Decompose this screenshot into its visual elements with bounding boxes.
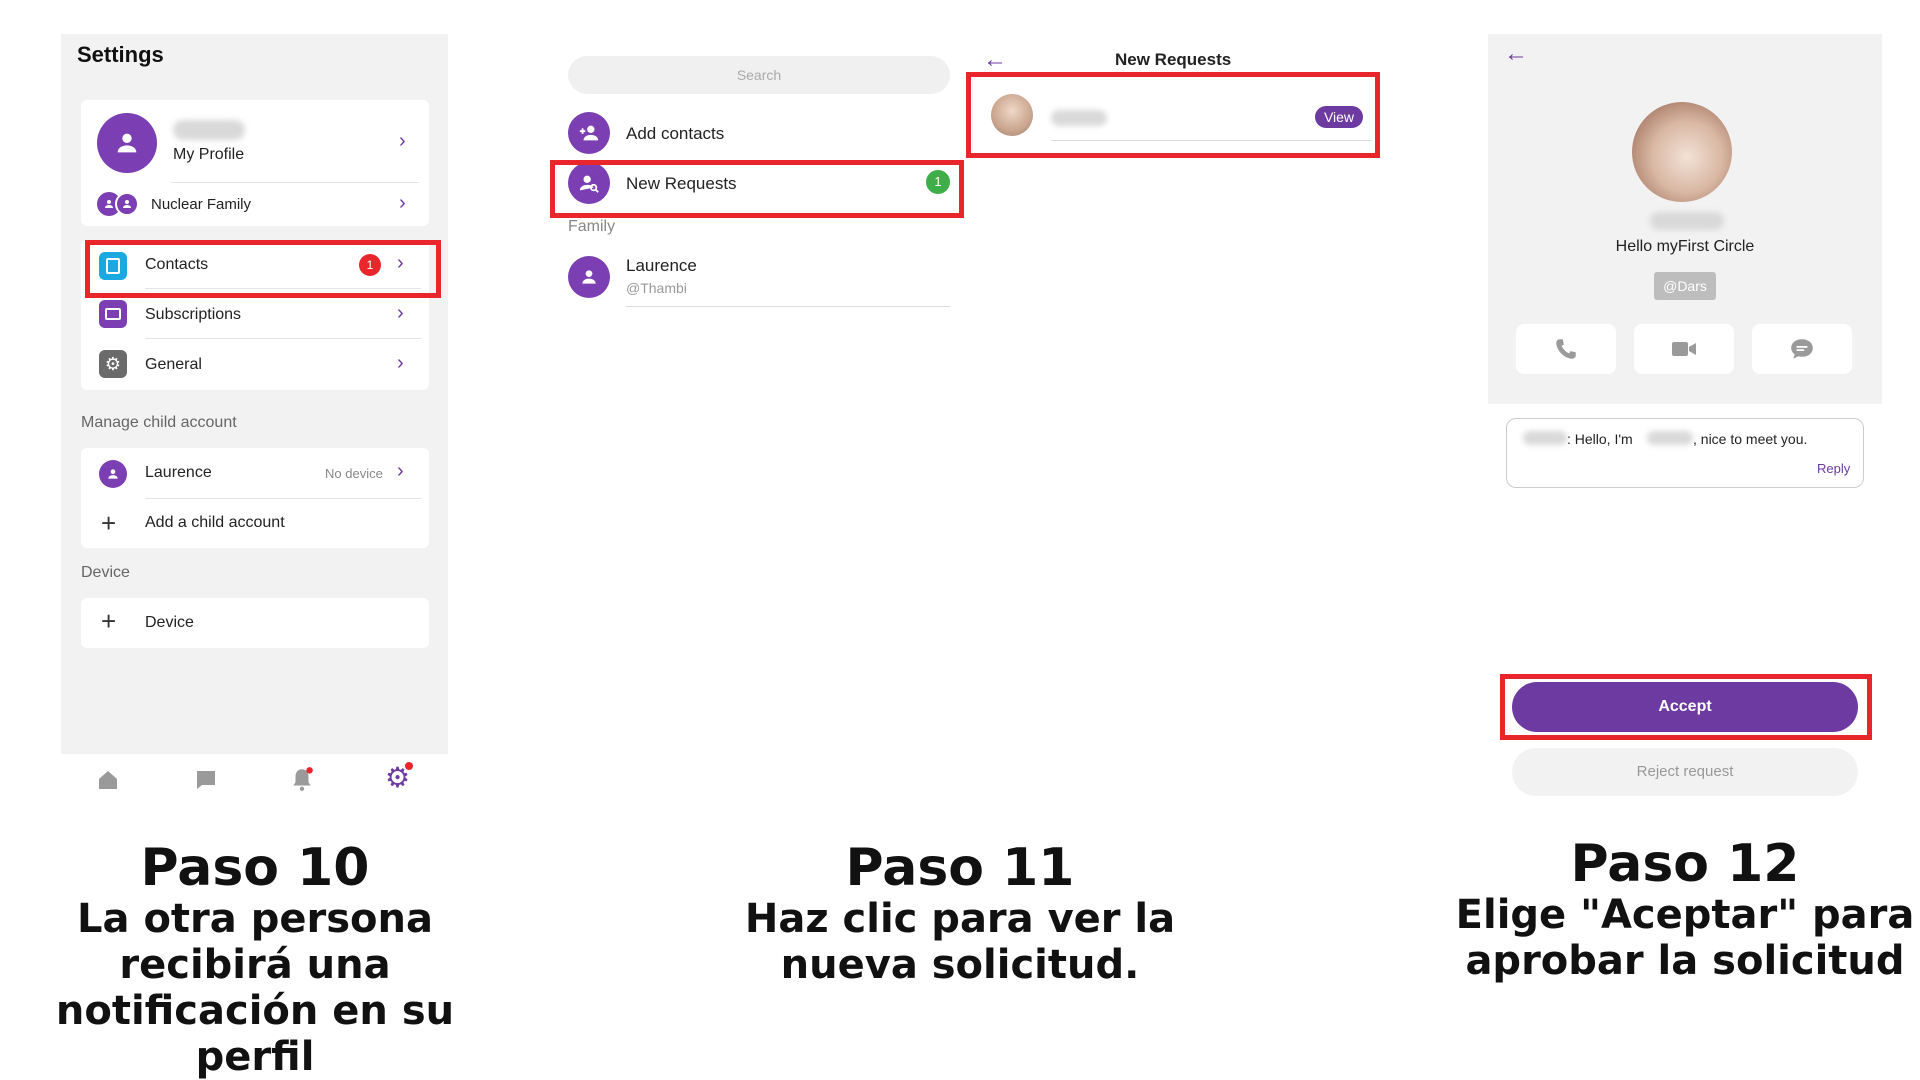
family-chevron-icon[interactable]: › bbox=[399, 192, 406, 215]
family-avatars-icon bbox=[97, 192, 141, 216]
back-arrow-icon[interactable]: ← bbox=[1504, 40, 1528, 68]
caption-step-10-line: notificación en su bbox=[55, 988, 455, 1034]
message-text-end: , nice to meet you. bbox=[1693, 431, 1808, 447]
contact-handle: @Thambi bbox=[626, 280, 687, 296]
message-box: : Hello, I'm , nice to meet you. Reply bbox=[1506, 418, 1864, 488]
subscriptions-icon bbox=[99, 300, 127, 328]
child-name: Laurence bbox=[145, 464, 212, 481]
sender-name-redacted bbox=[1523, 431, 1567, 445]
child-avatar bbox=[99, 460, 127, 488]
gear-icon: ⚙ bbox=[99, 350, 127, 378]
profile-avatar[interactable] bbox=[97, 113, 157, 173]
menu-item-general[interactable]: ⚙ General › bbox=[81, 340, 429, 388]
add-contact-icon bbox=[568, 112, 610, 154]
caption-step-12-number: Paso 12 bbox=[1570, 834, 1800, 894]
highlight-contacts bbox=[85, 240, 441, 298]
chat-bubble-icon bbox=[1791, 339, 1813, 359]
child-chevron-icon: › bbox=[397, 460, 404, 482]
divider bbox=[171, 182, 419, 183]
manage-child-header: Manage child account bbox=[81, 414, 237, 431]
caption-step-10: Paso 10 La otra persona recibirá una not… bbox=[40, 840, 470, 1080]
general-chevron-icon: › bbox=[397, 352, 404, 374]
reply-link[interactable]: Reply bbox=[1817, 461, 1850, 476]
caption-step-10-line: recibirá una bbox=[119, 942, 391, 988]
nuclear-family-label[interactable]: Nuclear Family bbox=[151, 196, 251, 213]
child-row[interactable]: Laurence No device › bbox=[81, 448, 429, 498]
add-contacts-label: Add contacts bbox=[626, 124, 725, 143]
bell-icon[interactable] bbox=[289, 766, 315, 792]
caption-step-12: Paso 12 Elige "Aceptar" para aprobar la … bbox=[1450, 836, 1920, 984]
highlight-request-item bbox=[966, 72, 1380, 158]
caption-step-11-number: Paso 11 bbox=[845, 838, 1075, 898]
call-button[interactable] bbox=[1516, 324, 1616, 374]
device-card[interactable]: + Device bbox=[81, 598, 429, 648]
highlight-accept bbox=[1500, 674, 1872, 740]
caption-step-10-line: La otra persona bbox=[77, 896, 433, 942]
profile-chevron-icon[interactable]: › bbox=[399, 130, 406, 153]
search-input[interactable]: Search bbox=[568, 56, 950, 94]
profile-name-redacted bbox=[1650, 212, 1724, 230]
subscriptions-chevron-icon: › bbox=[397, 302, 404, 324]
home-icon[interactable] bbox=[95, 768, 121, 792]
child-card: Laurence No device › + Add a child accou… bbox=[81, 448, 429, 548]
message-button[interactable] bbox=[1752, 324, 1852, 374]
caption-step-12-line: Elige "Aceptar" para bbox=[1455, 892, 1915, 938]
new-requests-title: New Requests bbox=[1115, 50, 1232, 69]
person-icon bbox=[108, 469, 118, 479]
message-text-start: : Hello, I'm bbox=[1567, 431, 1633, 447]
profile-name-redacted bbox=[173, 120, 245, 140]
caption-step-12-line: aprobar la solicitud bbox=[1465, 938, 1905, 984]
plus-icon: + bbox=[101, 606, 117, 636]
highlight-new-requests bbox=[550, 160, 964, 218]
profile-status: Hello myFirst Circle bbox=[1615, 238, 1755, 255]
profile-card: My Profile › Nuclear Family › bbox=[81, 100, 429, 226]
person-icon bbox=[582, 270, 596, 284]
device-header: Device bbox=[81, 564, 130, 581]
video-button[interactable] bbox=[1634, 324, 1734, 374]
add-child-label: Add a child account bbox=[145, 514, 285, 531]
device-label: Device bbox=[145, 614, 194, 631]
caption-step-11: Paso 11 Haz clic para ver la nueva solic… bbox=[720, 840, 1200, 988]
reject-request-button[interactable]: Reject request bbox=[1512, 748, 1858, 796]
message-name-redacted bbox=[1647, 431, 1693, 445]
contact-avatar bbox=[568, 256, 610, 298]
back-arrow-icon[interactable]: ← bbox=[983, 46, 1007, 74]
general-label: General bbox=[145, 356, 202, 373]
caption-step-11-line: Haz clic para ver la bbox=[744, 896, 1176, 942]
my-profile-label[interactable]: My Profile bbox=[173, 146, 244, 164]
add-child-row[interactable]: + Add a child account bbox=[81, 500, 429, 548]
plus-icon: + bbox=[101, 508, 117, 538]
bottom-nav: ⚙ bbox=[61, 754, 448, 814]
caption-step-11-line: nueva solicitud. bbox=[780, 942, 1140, 988]
video-camera-icon bbox=[1672, 342, 1696, 356]
settings-panel: Settings My Profile › Nuclear Family › C… bbox=[61, 34, 448, 754]
settings-title: Settings bbox=[77, 42, 164, 67]
add-contacts-row[interactable]: Add contacts bbox=[560, 108, 960, 156]
subscriptions-label: Subscriptions bbox=[145, 306, 242, 323]
contact-name: Laurence bbox=[626, 256, 697, 275]
profile-handle: @Dars bbox=[1654, 272, 1716, 300]
caption-step-10-number: Paso 10 bbox=[140, 838, 370, 898]
profile-photo bbox=[1632, 102, 1732, 202]
family-header: Family bbox=[568, 218, 616, 235]
child-device-status: No device bbox=[325, 466, 383, 481]
contact-row[interactable]: Laurence @Thambi bbox=[560, 250, 960, 310]
settings-notification-dot bbox=[405, 762, 413, 770]
person-icon bbox=[117, 133, 137, 153]
caption-step-10-line: perfil bbox=[195, 1034, 315, 1080]
chat-icon[interactable] bbox=[193, 768, 219, 792]
phone-icon bbox=[1556, 339, 1576, 359]
